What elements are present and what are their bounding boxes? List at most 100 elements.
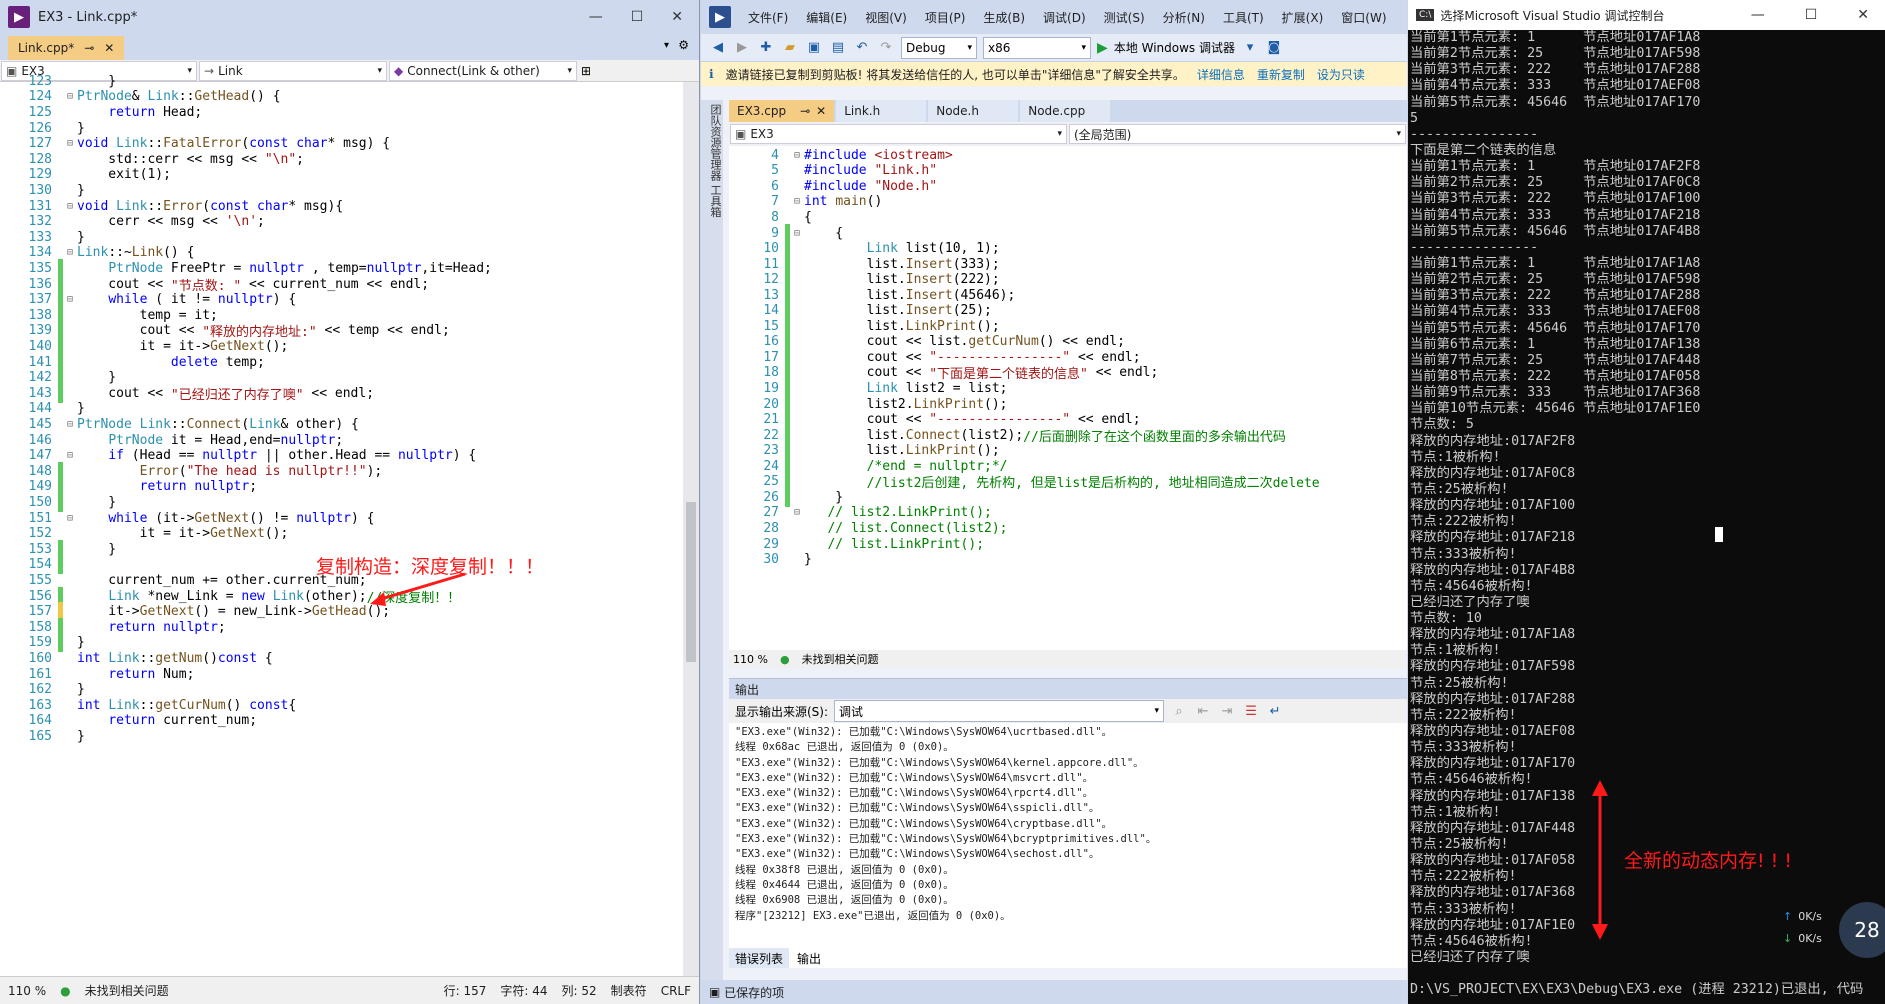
fold-icon[interactable]: ⊟ [63, 294, 77, 305]
menu-analyze[interactable]: 分析(N) [1154, 9, 1214, 26]
menu-project[interactable]: 项目(P) [916, 9, 975, 26]
menu-debug[interactable]: 调试(D) [1034, 9, 1095, 26]
eol-mode[interactable]: CRLF [661, 984, 691, 998]
next-icon[interactable]: ⇥ [1218, 702, 1236, 720]
tab-output[interactable]: 输出 [791, 948, 828, 968]
pin-icon[interactable]: ⊸ [84, 41, 94, 55]
close-icon[interactable]: ✕ [1857, 7, 1869, 23]
forward-icon[interactable]: ▶ [733, 39, 751, 57]
main-code-editor[interactable]: 4 ⊟ #include <iostream> 5 #include "Link.h" 6… [729, 146, 1407, 650]
output-source-combo[interactable]: 调试 ▾ [834, 700, 1165, 722]
output-text[interactable]: "EX3.exe"(Win32): 已加载"C:\Windows\SysWOW6… [729, 723, 1407, 926]
side-tool-strip[interactable]: 团队资源管理器 工具箱 [701, 100, 723, 1004]
mid-issues-text[interactable]: 未找到相关问题 [802, 651, 879, 667]
scope-combo[interactable]: (全局范围) ▾ [1069, 124, 1406, 144]
minimize-icon[interactable]: — [1751, 7, 1765, 23]
line-number: 13 [763, 287, 779, 303]
tab-link-h[interactable]: Link.h [836, 100, 927, 122]
tab-mode[interactable]: 制表符 [611, 982, 647, 999]
code-line[interactable]: 165} [0, 727, 683, 746]
recopy-link[interactable]: 重新复制 [1257, 66, 1305, 83]
perf-badge[interactable]: 28 [1839, 902, 1885, 958]
menu-edit[interactable]: 编辑(E) [797, 9, 856, 26]
code-token: () != [249, 510, 297, 526]
fold-icon[interactable]: ⊟ [63, 419, 77, 430]
mid-zoom-combo[interactable]: 110 % [733, 653, 768, 666]
code-token: list(10, 1); [897, 241, 1000, 257]
issues-text[interactable]: 未找到相关问题 [85, 982, 169, 999]
line-number: 19 [763, 381, 779, 397]
zoom-combo[interactable]: 110 % [8, 984, 46, 998]
tab-ex3-cpp[interactable]: EX3.cpp ⊸ ✕ [729, 100, 835, 122]
new-item-icon[interactable]: ✚ [757, 39, 775, 57]
menu-view[interactable]: 视图(V) [856, 9, 916, 26]
save-icon[interactable]: ▣ [805, 39, 823, 57]
menu-window[interactable]: 窗口(W) [1332, 9, 1395, 26]
code-token: nullptr [194, 479, 250, 495]
back-icon[interactable]: ◀ [709, 39, 727, 57]
menu-test[interactable]: 测试(S) [1095, 9, 1154, 26]
console-line: 节点:1被析构! [1410, 804, 1501, 820]
left-code-editor[interactable]: 123 } 124 ⊟ PtrNode & Link:: GetHead() {125 r… [0, 74, 683, 976]
fold-icon[interactable]: ⊟ [63, 138, 77, 149]
mid-tabstrip: EX3.cpp ⊸ ✕ Link.h Node.h Node.cpp [729, 100, 1407, 122]
fold-icon[interactable]: ⊟ [790, 228, 804, 239]
code-token: nullptr [366, 260, 422, 276]
code-token: // list.Connect(list2); [827, 520, 1008, 536]
fold-icon[interactable]: ⊟ [790, 507, 804, 518]
fold-icon[interactable]: ⊟ [63, 513, 77, 524]
tab-close-icon[interactable]: ✕ [104, 41, 114, 55]
menu-extensions[interactable]: 扩展(X) [1273, 9, 1333, 26]
maximize-icon[interactable]: ☐ [1805, 7, 1818, 23]
fold-icon[interactable]: ⊟ [63, 450, 77, 461]
line-number: 164 [28, 713, 52, 729]
fold-icon[interactable]: ⊟ [790, 196, 804, 207]
mid-project-combo[interactable]: ▣ EX3 ▾ [730, 124, 1067, 144]
tab-dropdown-icon[interactable]: ▾ [664, 40, 669, 51]
details-link[interactable]: 详细信息 [1197, 66, 1245, 83]
code-token: delete [170, 354, 218, 370]
gear-icon[interactable]: ⚙ [678, 38, 689, 52]
undo-icon[interactable]: ↶ [853, 39, 871, 57]
tab-node-cpp[interactable]: Node.cpp [1020, 100, 1111, 122]
console-line: 当前第8节点元素: 222 节点地址017AF058 [1410, 368, 1701, 384]
fold-icon[interactable]: ⊟ [63, 91, 77, 102]
code-token: * msg){ [288, 198, 344, 214]
tab-link-cpp[interactable]: Link.cpp* ⊸ ✕ [8, 36, 125, 60]
open-icon[interactable]: ▰ [781, 39, 799, 57]
minimize-icon[interactable]: — [589, 9, 603, 25]
start-debug-button[interactable]: 本地 Windows 调试器 [1114, 39, 1235, 56]
camera-icon[interactable]: ◙ [1265, 39, 1283, 57]
code-token: PtrNode [108, 260, 164, 276]
tab-node-h[interactable]: Node.h [928, 100, 1019, 122]
platform-combo[interactable]: x86 ▾ [983, 36, 1091, 59]
menu-build[interactable]: 生成(B) [974, 9, 1034, 26]
wrap-icon[interactable]: ↵ [1266, 702, 1284, 720]
fold-icon[interactable]: ⊟ [790, 150, 804, 161]
line-number: 150 [28, 494, 52, 510]
save-all-icon[interactable]: ▤ [829, 39, 847, 57]
readonly-link[interactable]: 设为只读 [1317, 66, 1365, 83]
redo-icon[interactable]: ↷ [877, 39, 895, 57]
close-icon[interactable]: ✕ [671, 9, 683, 25]
config-combo[interactable]: Debug ▾ [901, 36, 977, 59]
line-number: 130 [28, 182, 52, 198]
prev-icon[interactable]: ⇤ [1194, 702, 1212, 720]
line-number: 137 [28, 292, 52, 308]
attach-icon[interactable]: ▾ [1241, 39, 1259, 57]
menu-file[interactable]: 文件(F) [739, 9, 797, 26]
code-line[interactable]: 30} [729, 550, 1407, 569]
left-vertical-scrollbar[interactable] [683, 82, 699, 976]
find-icon[interactable]: ⌕ [1170, 702, 1188, 720]
code-token: char [296, 136, 328, 152]
start-debug-icon[interactable]: ▶ [1097, 40, 1108, 56]
line-number: 25 [763, 474, 779, 490]
output-source-label: 显示输出来源(S): [735, 704, 829, 719]
tab-error-list[interactable]: 错误列表 [729, 948, 790, 968]
menu-tools[interactable]: 工具(T) [1214, 9, 1273, 26]
maximize-icon[interactable]: ☐ [631, 9, 644, 25]
fold-icon[interactable]: ⊟ [63, 201, 77, 212]
fold-icon[interactable]: ⊟ [63, 247, 77, 258]
clear-all-icon[interactable]: ☰ [1242, 702, 1260, 720]
